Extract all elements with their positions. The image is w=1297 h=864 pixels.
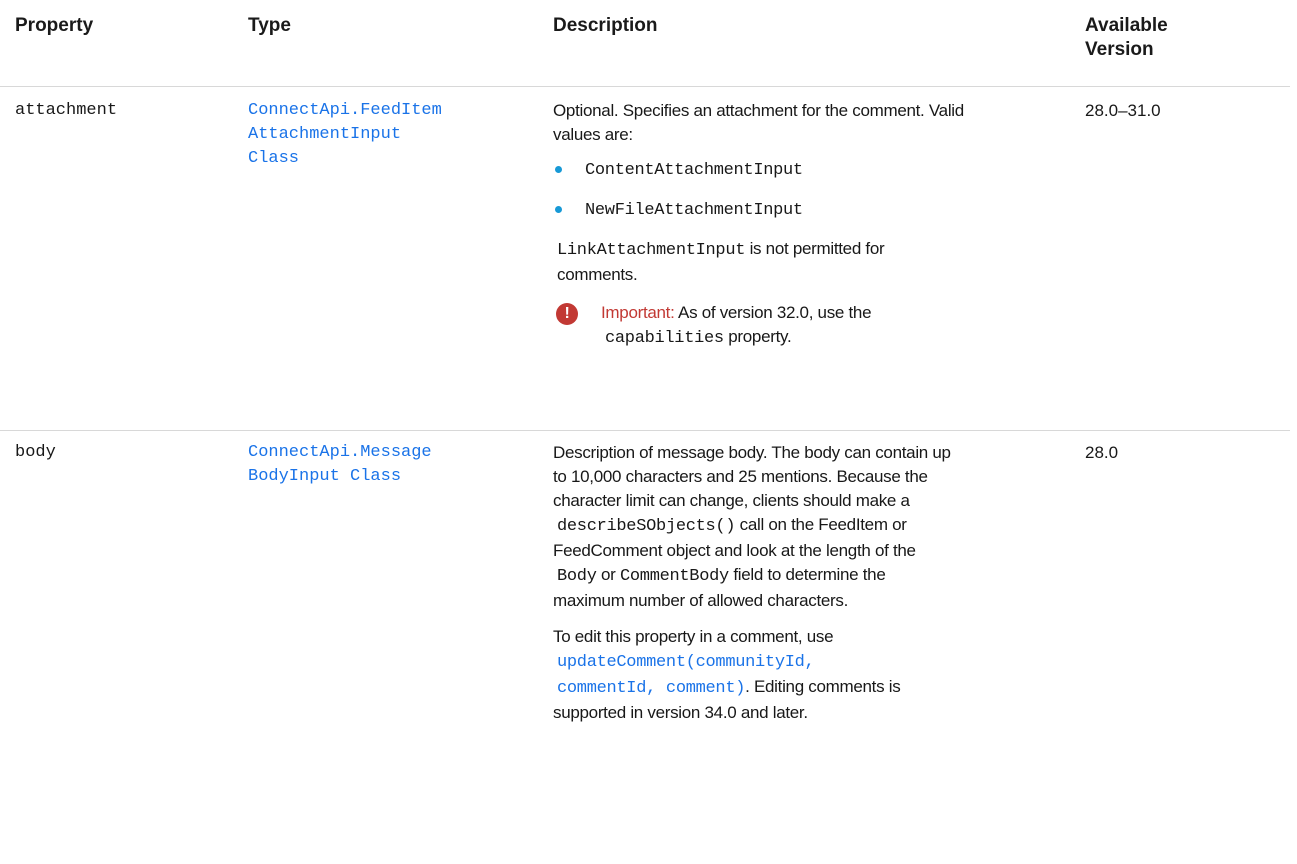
description-text: or xyxy=(596,565,620,584)
description-line: Description of message body. The body ca… xyxy=(553,443,951,462)
description-intro-line2: values are: xyxy=(553,125,633,144)
header-version-line1: Available xyxy=(1085,15,1168,36)
header-version-line2: Version xyxy=(1085,39,1154,60)
description-text: field to determine the xyxy=(728,565,886,584)
note-line1: LinkAttachmentInput is not permitted for xyxy=(553,237,1058,263)
header-version: Available Version xyxy=(1085,14,1285,62)
edit-line3: commentId, comment). Editing comments is xyxy=(553,675,1058,701)
description-text: call on the FeedItem or xyxy=(735,515,907,534)
edit-line2: updateComment(communityId, xyxy=(553,649,1058,675)
bullet-text: ContentAttachmentInput xyxy=(585,161,803,180)
exclamation-circle-icon: ! xyxy=(556,303,578,325)
update-comment-link-cont[interactable]: commentId, comment) xyxy=(557,679,745,698)
describe-sobjects-code: describeSObjects() xyxy=(557,517,736,536)
type-link[interactable]: ConnectApi.FeedItem AttachmentInput Clas… xyxy=(248,99,498,171)
important-text-2: property. xyxy=(723,327,792,346)
important-callout: ! Important: As of version 32.0, use the… xyxy=(553,301,1058,351)
note-line2: comments. xyxy=(557,265,638,284)
property-name: attachment xyxy=(15,101,118,120)
bullet-text: NewFileAttachmentInput xyxy=(585,201,803,220)
important-text: As of version 32.0, use the xyxy=(674,303,872,322)
bullet-dot-icon xyxy=(555,166,562,173)
header-property: Property xyxy=(15,15,94,36)
header-description: Description xyxy=(553,15,658,36)
important-line2: capabilities property. xyxy=(601,325,1058,351)
description-intro-line1: Optional. Specifies an attachment for th… xyxy=(553,101,964,120)
description-line: Body or CommentBody field to determine t… xyxy=(553,563,1058,589)
important-code: capabilities xyxy=(605,329,724,348)
description-cell: Description of message body. The body ca… xyxy=(553,441,1058,725)
edit-line1: To edit this property in a comment, use xyxy=(553,627,834,646)
edit-line4: supported in version 34.0 and later. xyxy=(553,703,808,722)
list-item: NewFileAttachmentInput xyxy=(553,197,1058,223)
list-item: ContentAttachmentInput xyxy=(553,157,1058,183)
version-value: 28.0–31.0 xyxy=(1085,101,1161,120)
type-link-line3[interactable]: Class xyxy=(248,147,498,171)
edit-text: . Editing comments is xyxy=(745,677,901,696)
description-line: character limit can change, clients shou… xyxy=(553,491,910,510)
type-link-line2[interactable]: BodyInput Class xyxy=(248,465,498,489)
description-cell: Optional. Specifies an attachment for th… xyxy=(553,99,1058,351)
version-value: 28.0 xyxy=(1085,443,1119,462)
description-line: describeSObjects() call on the FeedItem … xyxy=(553,513,1058,539)
comment-body-code: CommentBody xyxy=(619,567,729,586)
body-code: Body xyxy=(557,567,597,586)
description-line: maximum number of allowed characters. xyxy=(553,591,849,610)
note-text: is not permitted for xyxy=(745,239,885,258)
description-line: FeedComment object and look at the lengt… xyxy=(553,541,916,560)
type-link-line1[interactable]: ConnectApi.FeedItem xyxy=(248,99,498,123)
header-type: Type xyxy=(248,15,291,36)
note-code: LinkAttachmentInput xyxy=(557,241,746,260)
property-name: body xyxy=(15,443,56,462)
update-comment-link[interactable]: updateComment(communityId, xyxy=(557,653,815,672)
row-divider xyxy=(0,430,1290,431)
type-link-line2[interactable]: AttachmentInput xyxy=(248,123,498,147)
header-divider xyxy=(0,86,1290,87)
description-line: to 10,000 characters and 25 mentions. Be… xyxy=(553,467,928,486)
important-label: Important: xyxy=(601,303,675,322)
type-link[interactable]: ConnectApi.Message BodyInput Class xyxy=(248,441,498,489)
type-link-line1[interactable]: ConnectApi.Message xyxy=(248,441,498,465)
bullet-dot-icon xyxy=(555,206,562,213)
